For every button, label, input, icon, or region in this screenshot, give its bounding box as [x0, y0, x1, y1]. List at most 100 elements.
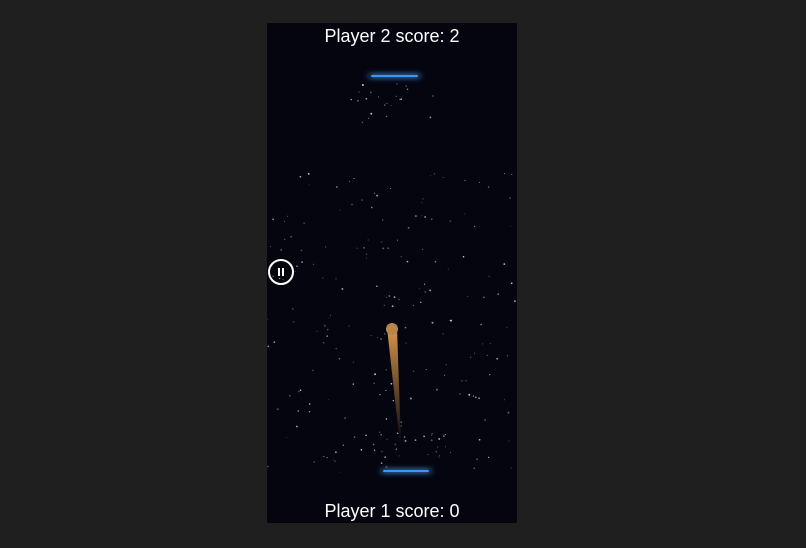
star — [370, 334, 372, 337]
star — [429, 116, 432, 119]
star — [382, 219, 384, 221]
star — [504, 399, 505, 401]
star — [326, 335, 329, 337]
star — [497, 293, 500, 295]
star — [478, 397, 480, 400]
star — [473, 225, 476, 228]
star — [482, 343, 484, 345]
game-field[interactable]: Player 2 score: 2 Player 1 score: 0 — [267, 23, 517, 523]
star — [489, 373, 491, 376]
star — [267, 318, 268, 320]
star — [340, 472, 342, 474]
star — [405, 85, 407, 87]
star — [386, 438, 388, 440]
star — [406, 260, 409, 263]
star — [374, 373, 377, 376]
star — [348, 325, 350, 327]
star — [272, 218, 274, 221]
star — [280, 249, 282, 251]
player2-paddle — [367, 73, 422, 79]
star — [430, 439, 433, 442]
star — [447, 268, 449, 270]
star — [323, 455, 325, 458]
star — [442, 176, 444, 178]
star — [382, 247, 385, 250]
star — [415, 215, 417, 217]
star — [472, 395, 475, 397]
star — [424, 291, 427, 293]
star — [312, 369, 314, 371]
player1-paddle[interactable] — [379, 468, 433, 474]
star — [383, 104, 386, 106]
star — [299, 389, 302, 391]
star — [390, 382, 393, 385]
star — [486, 354, 488, 356]
star — [407, 227, 410, 229]
star — [352, 383, 355, 385]
star — [395, 95, 397, 97]
player1-score: Player 1 score: 0 — [324, 501, 460, 521]
star — [356, 247, 358, 249]
star — [409, 397, 412, 400]
star — [431, 433, 433, 435]
star — [373, 448, 375, 450]
star — [328, 317, 330, 319]
star — [435, 451, 437, 453]
star — [299, 175, 302, 178]
star — [371, 206, 373, 209]
star — [363, 247, 365, 249]
star — [419, 287, 420, 289]
star — [381, 241, 383, 243]
star — [396, 432, 399, 435]
star — [473, 467, 476, 470]
star — [503, 173, 506, 175]
star — [474, 352, 476, 354]
star — [344, 417, 346, 419]
star — [468, 393, 471, 396]
star — [434, 260, 437, 263]
star — [380, 433, 382, 436]
star — [474, 396, 477, 399]
star — [412, 304, 414, 306]
star — [353, 436, 356, 438]
star — [398, 299, 400, 300]
pause-button[interactable] — [268, 259, 294, 285]
star — [373, 382, 376, 385]
star — [425, 368, 427, 371]
star — [412, 370, 415, 372]
star — [449, 452, 451, 453]
star — [276, 408, 279, 411]
star — [325, 246, 327, 248]
star — [383, 332, 386, 335]
star — [438, 456, 440, 458]
star — [396, 83, 398, 85]
star — [286, 215, 288, 217]
star — [356, 99, 359, 102]
star — [297, 390, 300, 393]
star — [444, 446, 446, 448]
star — [323, 324, 326, 327]
star — [352, 361, 354, 363]
star — [383, 304, 385, 306]
star — [334, 460, 336, 462]
star — [380, 338, 383, 340]
star — [351, 203, 353, 206]
star — [459, 393, 461, 395]
star — [370, 112, 373, 115]
star — [444, 433, 446, 436]
star — [385, 418, 388, 420]
star — [431, 321, 434, 324]
star — [336, 186, 338, 188]
star — [374, 192, 375, 194]
star — [361, 199, 363, 201]
star — [442, 333, 444, 335]
star — [464, 213, 466, 215]
star — [394, 443, 397, 446]
star — [339, 209, 341, 211]
star — [386, 102, 388, 104]
star — [487, 186, 490, 188]
star — [333, 459, 335, 461]
star — [308, 411, 311, 413]
star — [365, 253, 368, 256]
star — [390, 104, 392, 106]
